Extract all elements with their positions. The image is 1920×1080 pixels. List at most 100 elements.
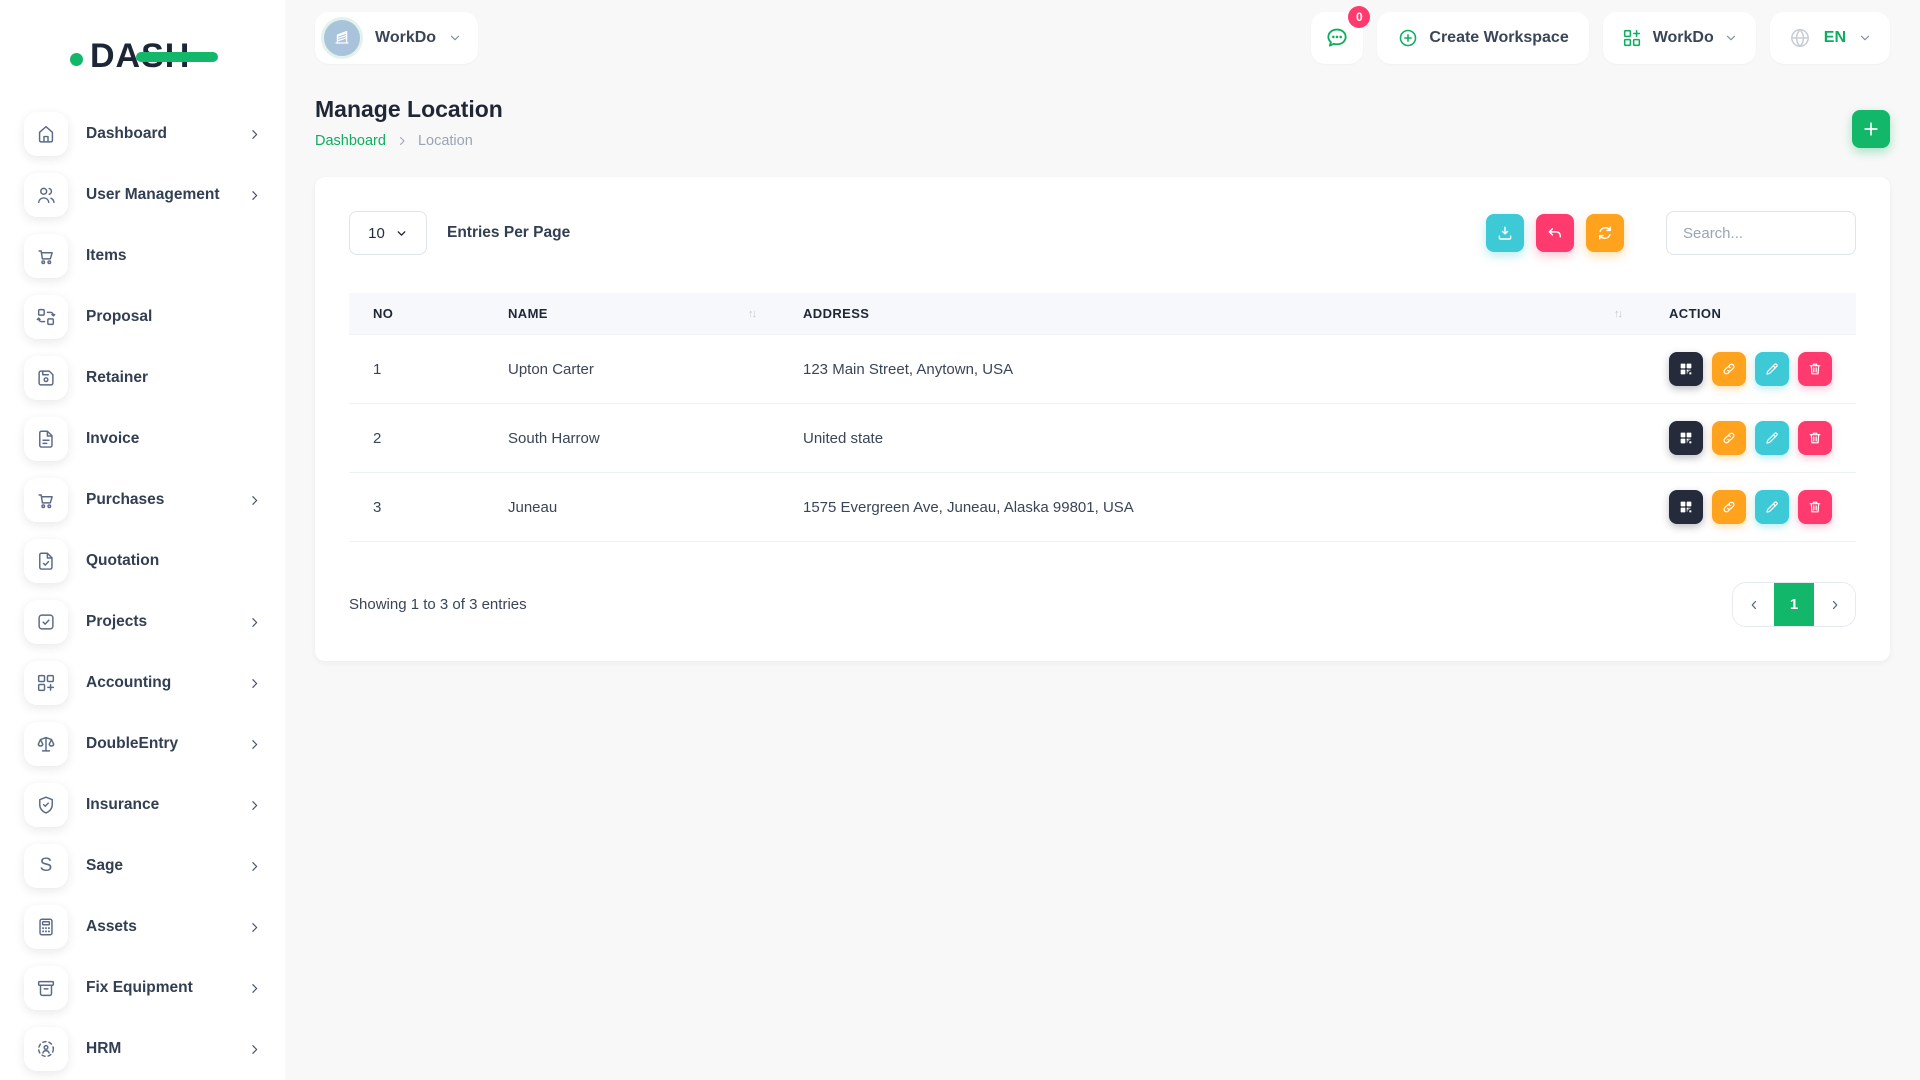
language-code: EN (1824, 29, 1846, 47)
row-actions (1669, 421, 1832, 455)
entries-per-page-label: Entries Per Page (447, 224, 570, 242)
workspace-name: WorkDo (375, 29, 436, 47)
sidebar-item-insurance[interactable]: Insurance (24, 783, 267, 827)
next-page-button[interactable] (1814, 583, 1855, 626)
chevron-right-icon (248, 860, 261, 873)
file-icon (24, 417, 68, 461)
card-toolbar: 10 Entries Per Page (349, 211, 1856, 255)
sidebar-item-fix-equipment[interactable]: Fix Equipment (24, 966, 267, 1010)
delete-button[interactable] (1798, 490, 1832, 524)
breadcrumb: Dashboard Location (315, 133, 503, 149)
chevron-right-icon (248, 494, 261, 507)
brand-logo[interactable]: DASH (0, 22, 285, 82)
page-number-button[interactable]: 1 (1774, 583, 1814, 626)
qr-code-button[interactable] (1669, 352, 1703, 386)
entries-summary: Showing 1 to 3 of 3 entries (349, 596, 527, 613)
globe-icon (1788, 26, 1812, 50)
copy-link-button[interactable] (1712, 490, 1746, 524)
sidebar-item-dashboard[interactable]: Dashboard (24, 112, 267, 156)
chevron-right-icon (248, 799, 261, 812)
cell-no: 1 (349, 335, 484, 404)
create-workspace-button[interactable]: Create Workspace (1377, 12, 1588, 64)
plus-icon (1861, 119, 1881, 139)
sidebar-item-accounting[interactable]: Accounting (24, 661, 267, 705)
download-icon (1496, 224, 1514, 242)
table-row: 2 South Harrow United state (349, 404, 1856, 473)
checkbox-icon (24, 600, 68, 644)
previous-page-button[interactable] (1733, 583, 1774, 626)
qr-code-button[interactable] (1669, 490, 1703, 524)
cell-address: 1575 Evergreen Ave, Juneau, Alaska 99801… (779, 473, 1645, 542)
chevron-right-icon (248, 921, 261, 934)
topbar: WorkDo 0 Create Workspace WorkDo EN (285, 0, 1920, 76)
pencil-icon (1764, 499, 1780, 515)
add-location-button[interactable] (1852, 110, 1890, 148)
grid-plus-icon (1621, 27, 1643, 49)
refresh-button[interactable] (1586, 214, 1624, 252)
chevron-right-icon (1828, 598, 1842, 612)
link-icon (1721, 430, 1737, 446)
chevron-right-icon (248, 616, 261, 629)
workspace-selector[interactable]: WorkDo (315, 12, 478, 64)
breadcrumb-dashboard-link[interactable]: Dashboard (315, 133, 386, 149)
workdo-menu-button[interactable]: WorkDo (1603, 12, 1756, 64)
cell-no: 3 (349, 473, 484, 542)
apps-plus-icon (24, 661, 68, 705)
delete-button[interactable] (1798, 352, 1832, 386)
qr-code-icon (1678, 430, 1694, 446)
messages-button[interactable]: 0 (1311, 12, 1363, 64)
floppy-icon (24, 356, 68, 400)
entries-per-page-select[interactable]: 10 (349, 211, 427, 255)
sidebar-item-sage[interactable]: S Sage (24, 844, 267, 888)
cell-name: Upton Carter (484, 335, 779, 404)
chevron-down-icon (1724, 31, 1738, 45)
sidebar-item-projects[interactable]: Projects (24, 600, 267, 644)
page-header: Manage Location Dashboard Location (315, 96, 1890, 149)
sidebar-item-purchases[interactable]: Purchases (24, 478, 267, 522)
card-footer: Showing 1 to 3 of 3 entries 1 (349, 582, 1856, 627)
sidebar-item-assets[interactable]: Assets (24, 905, 267, 949)
sidebar-item-retainer[interactable]: Retainer (24, 356, 267, 400)
search-input[interactable] (1666, 211, 1856, 255)
reset-button[interactable] (1536, 214, 1574, 252)
language-selector[interactable]: EN (1770, 12, 1890, 64)
chevron-right-icon (248, 189, 261, 202)
logo-dot-icon (70, 53, 83, 66)
cell-address: 123 Main Street, Anytown, USA (779, 335, 1645, 404)
sidebar-item-items[interactable]: Items (24, 234, 267, 278)
cell-name: Juneau (484, 473, 779, 542)
sidebar-item-doubleentry[interactable]: DoubleEntry (24, 722, 267, 766)
edit-button[interactable] (1755, 490, 1789, 524)
delete-button[interactable] (1798, 421, 1832, 455)
export-button[interactable] (1486, 214, 1524, 252)
sort-icon[interactable]: ↑↓ (748, 308, 755, 320)
pencil-icon (1764, 361, 1780, 377)
chevron-right-icon (248, 982, 261, 995)
plus-circle-icon (1397, 27, 1419, 49)
column-header-name: NAME ↑↓ (484, 293, 779, 335)
sidebar-item-quotation[interactable]: Quotation (24, 539, 267, 583)
sort-icon[interactable]: ↑↓ (1614, 308, 1621, 320)
qr-code-button[interactable] (1669, 421, 1703, 455)
sidebar-item-user-management[interactable]: User Management (24, 173, 267, 217)
file-check-icon (24, 539, 68, 583)
copy-link-button[interactable] (1712, 352, 1746, 386)
transform-icon (24, 295, 68, 339)
edit-button[interactable] (1755, 352, 1789, 386)
qr-code-icon (1678, 499, 1694, 515)
archive-box-icon (24, 966, 68, 1010)
copy-link-button[interactable] (1712, 421, 1746, 455)
trash-icon (1807, 499, 1823, 515)
link-icon (1721, 361, 1737, 377)
sidebar-item-invoice[interactable]: Invoice (24, 417, 267, 461)
cell-no: 2 (349, 404, 484, 473)
scale-icon (24, 722, 68, 766)
chevron-down-icon (395, 227, 408, 240)
logo-text: DASH (90, 39, 190, 73)
trash-icon (1807, 430, 1823, 446)
chevron-right-icon (248, 1043, 261, 1056)
sidebar-item-proposal[interactable]: Proposal (24, 295, 267, 339)
edit-button[interactable] (1755, 421, 1789, 455)
sidebar-item-hrm[interactable]: HRM (24, 1027, 267, 1071)
column-header-address: ADDRESS ↑↓ (779, 293, 1645, 335)
